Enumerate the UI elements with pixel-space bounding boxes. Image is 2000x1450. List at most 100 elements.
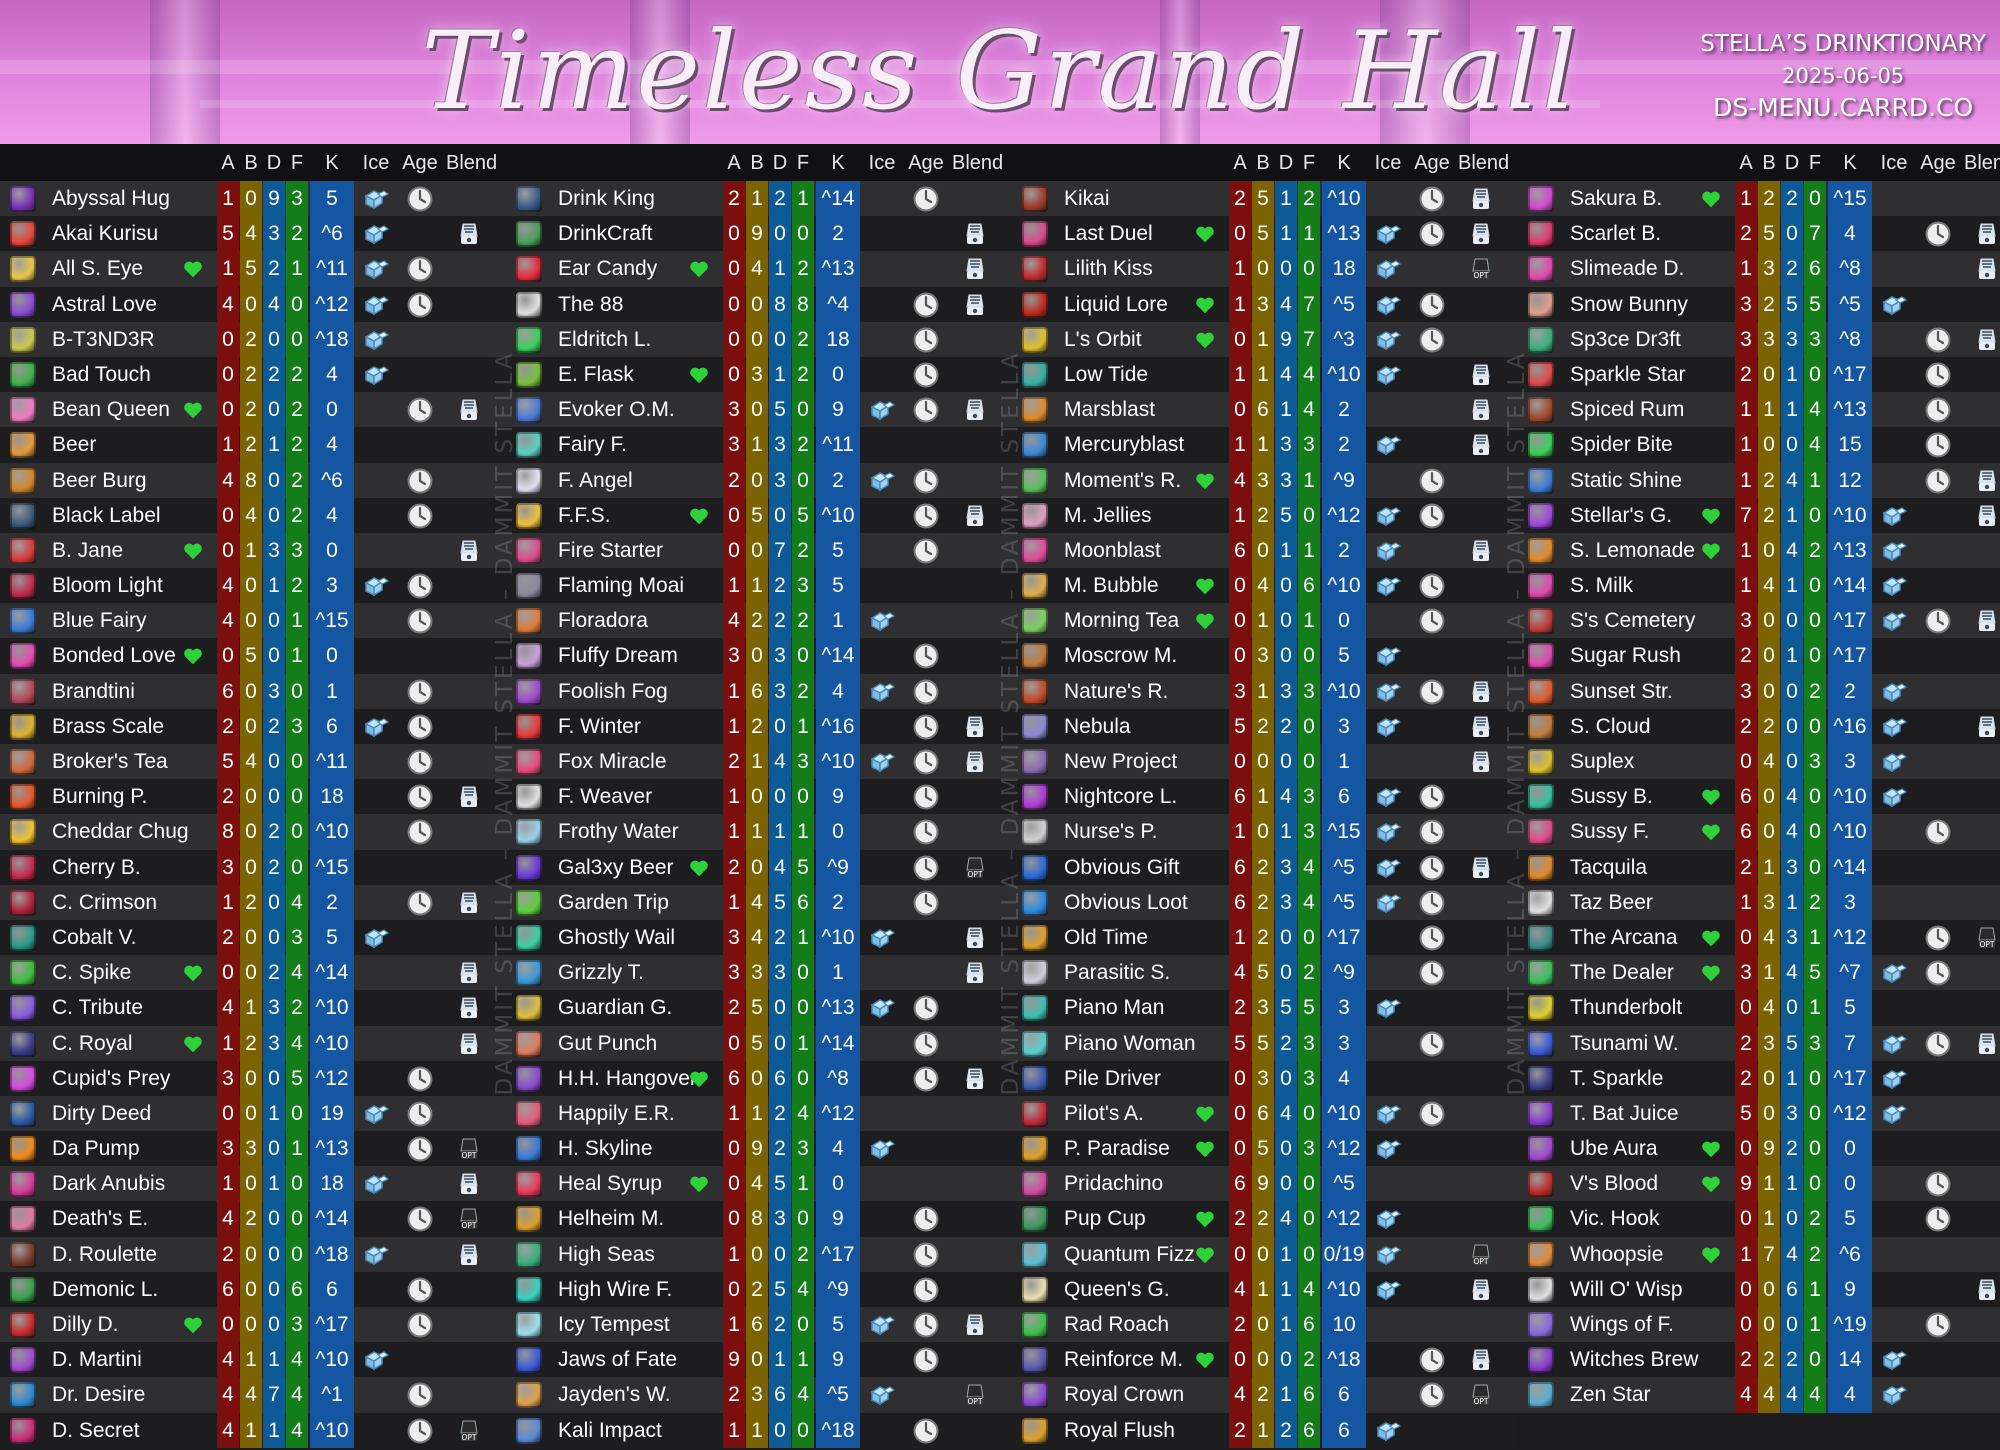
drink-row[interactable]: Sussy B. 6 0 4 0 ^10	[1518, 779, 2000, 815]
drink-row[interactable]: High Seas 1 0 0 2 ^17	[506, 1236, 1012, 1272]
drink-row[interactable]: Da Pump 3 3 0 1 ^13 OPT	[0, 1131, 506, 1167]
drink-row[interactable]: Sussy F. 6 0 4 0 ^10	[1518, 814, 2000, 850]
drink-row[interactable]: Fairy F. 3 1 3 2 ^11	[506, 427, 1012, 463]
drink-row[interactable]: Kali Impact 1 1 0 0 ^18	[506, 1412, 1012, 1448]
drink-row[interactable]: S. Milk 1 4 1 0 ^14	[1518, 568, 2000, 604]
drink-row[interactable]: Nebula 5 2 2 0 3	[1012, 708, 1518, 744]
drink-row[interactable]: Bean Queen 0 2 0 2 0	[0, 392, 506, 428]
drink-row[interactable]: Stellar's G. 7 2 1 0 ^10	[1518, 497, 2000, 533]
drink-row[interactable]: Cobalt V. 2 0 0 3 5	[0, 919, 506, 956]
drink-row[interactable]: Liquid Lore 1 3 4 7 ^5	[1012, 286, 1518, 322]
drink-row[interactable]: DrinkCraft 0 9 0 0 2	[506, 216, 1012, 252]
drink-row[interactable]: Moonblast 6 0 1 1 2	[1012, 532, 1518, 569]
drink-row[interactable]: B-T3ND3R 0 2 0 0 ^18	[0, 321, 506, 357]
drink-row[interactable]: Snow Bunny 3 2 5 5 ^5	[1518, 286, 2000, 322]
drink-row[interactable]: H.H. Hangover 6 0 6 0 ^8	[506, 1060, 1012, 1096]
drink-row[interactable]: Cupid's Prey 3 0 0 5 ^12	[0, 1060, 506, 1096]
drink-row[interactable]: Frothy Water 1 1 1 1 0	[506, 814, 1012, 850]
drink-row[interactable]: F. Angel 2 0 3 0 2	[506, 462, 1012, 498]
drink-row[interactable]: Sakura B. 1 2 2 0 ^15	[1518, 181, 2000, 217]
drink-row[interactable]: Obvious Loot 6 2 3 4 ^5	[1012, 884, 1518, 920]
drink-row[interactable]: V's Blood 9 1 1 0 0	[1518, 1166, 2000, 1202]
drink-row[interactable]: Moment's R. 4 3 3 1 ^9	[1012, 462, 1518, 498]
drink-row[interactable]: Akai Kurisu 5 4 3 2 ^6	[0, 216, 506, 252]
drink-row[interactable]: Spiced Rum 1 1 1 4 ^13	[1518, 392, 2000, 428]
drink-row[interactable]: Old Time 1 2 0 0 ^17	[1012, 919, 1518, 956]
drink-row[interactable]: F. Weaver 1 0 0 0 9	[506, 779, 1012, 815]
drink-row[interactable]: Sunset Str. 3 0 0 2 2	[1518, 673, 2000, 709]
drink-row[interactable]: Sparkle Star 2 0 1 0 ^17	[1518, 356, 2000, 393]
drink-row[interactable]: Whoopsie 1 7 4 2 ^6	[1518, 1236, 2000, 1272]
drink-row[interactable]: Pridachino 6 9 0 0 ^5	[1012, 1166, 1518, 1202]
drink-row[interactable]: Gut Punch 0 5 0 1 ^14	[506, 1025, 1012, 1061]
drink-row[interactable]: Will O' Wisp 0 0 6 1 9	[1518, 1271, 2000, 1307]
drink-row[interactable]: Witches Brew 2 2 2 0 14	[1518, 1342, 2000, 1378]
drink-row[interactable]: Brass Scale 2 0 2 3 6	[0, 708, 506, 744]
drink-row[interactable]: Spider Bite 1 0 0 4 15	[1518, 427, 2000, 463]
drink-row[interactable]: Guardian G. 2 5 0 0 ^13	[506, 990, 1012, 1026]
drink-row[interactable]: Thunderbolt 0 4 0 1 5	[1518, 990, 2000, 1026]
drink-row[interactable]: Piano Woman 5 5 2 3 3	[1012, 1025, 1518, 1061]
drink-row[interactable]: Static Shine 1 2 4 1 12	[1518, 462, 2000, 498]
drink-row[interactable]: Jayden's W. 2 3 6 4 ^5 OPT	[506, 1377, 1012, 1413]
drink-row[interactable]: Royal Crown 4 2 1 6 6 OPT	[1012, 1377, 1518, 1413]
drink-row[interactable]: Fox Miracle 2 1 4 3 ^10	[506, 744, 1012, 780]
drink-row[interactable]: Beer Burg 4 8 0 2 ^6	[0, 462, 506, 498]
drink-row[interactable]: Mercuryblast 1 1 3 3 2	[1012, 427, 1518, 463]
drink-row[interactable]: Nature's R. 3 1 3 3 ^10	[1012, 673, 1518, 709]
drink-row[interactable]: Garden Trip 1 4 5 6 2	[506, 884, 1012, 920]
drink-row[interactable]: Queen's G. 4 1 1 4 ^10	[1012, 1271, 1518, 1307]
drink-row[interactable]: Piano Man 2 3 5 5 3	[1012, 990, 1518, 1026]
drink-row[interactable]: Black Label 0 4 0 2 4	[0, 497, 506, 533]
drink-row[interactable]: Fire Starter 0 0 7 2 5	[506, 532, 1012, 569]
drink-row[interactable]: Kikai 2 5 1 2 ^10	[1012, 181, 1518, 217]
drink-row[interactable]: C. Royal 1 2 3 4 ^10	[0, 1025, 506, 1061]
drink-row[interactable]: Grizzly T. 3 3 3 0 1	[506, 955, 1012, 991]
drink-row[interactable]: Jaws of Fate 9 0 1 1 9	[506, 1342, 1012, 1378]
drink-row[interactable]: Taz Beer 1 3 1 2 3	[1518, 884, 2000, 920]
drink-row[interactable]: Fluffy Dream 3 0 3 0 ^14	[506, 638, 1012, 674]
drink-row[interactable]: Nightcore L. 6 1 4 3 6	[1012, 779, 1518, 815]
drink-row[interactable]: Scarlet B. 2 5 0 7 4	[1518, 216, 2000, 252]
drink-row[interactable]: Zen Star 4 4 4 4 4	[1518, 1377, 2000, 1413]
drink-row[interactable]: Dilly D. 0 0 0 3 ^17	[0, 1307, 506, 1343]
drink-row[interactable]: Ear Candy 0 4 1 2 ^13	[506, 251, 1012, 287]
drink-row[interactable]: Gal3xy Beer 2 0 4 5 ^9 OPT	[506, 849, 1012, 885]
drink-row[interactable]: Broker's Tea 5 4 0 0 ^11	[0, 744, 506, 780]
drink-row[interactable]: Beer 1 2 1 2 4	[0, 427, 506, 463]
drink-row[interactable]: Lilith Kiss 1 0 0 0 18 OPT	[1012, 251, 1518, 287]
drink-row[interactable]: Burning P. 2 0 0 0 18	[0, 779, 506, 815]
drink-row[interactable]: Pile Driver 0 3 0 3 4	[1012, 1060, 1518, 1096]
drink-row[interactable]: Cherry B. 3 0 2 0 ^15	[0, 849, 506, 885]
drink-row[interactable]: L's Orbit 0 1 9 7 ^3	[1012, 321, 1518, 357]
drink-row[interactable]: Flaming Moai 1 1 2 3 5	[506, 568, 1012, 604]
drink-row[interactable]: Dr. Desire 4 4 7 4 ^1	[0, 1377, 506, 1413]
drink-row[interactable]: M. Jellies 1 2 5 0 ^12	[1012, 497, 1518, 533]
drink-row[interactable]: S. Lemonade 1 0 4 2 ^13	[1518, 532, 2000, 569]
drink-row[interactable]: C. Crimson 1 2 0 4 2	[0, 884, 506, 920]
drink-row[interactable]: Heal Syrup 0 4 5 1 0	[506, 1166, 1012, 1202]
drink-row[interactable]: Icy Tempest 1 6 2 0 5	[506, 1307, 1012, 1343]
drink-row[interactable]: The Arcana 0 4 3 1 ^12 OPT	[1518, 919, 2000, 956]
drink-row[interactable]: B. Jane 0 1 3 3 0	[0, 532, 506, 569]
drink-row[interactable]: Last Duel 0 5 1 1 ^13	[1012, 216, 1518, 252]
drink-row[interactable]: Rad Roach 2 0 1 6 10	[1012, 1307, 1518, 1343]
drink-row[interactable]: Marsblast 0 6 1 4 2	[1012, 392, 1518, 428]
drink-row[interactable]: The 88 0 0 8 8 ^4	[506, 286, 1012, 322]
drink-row[interactable]: Obvious Gift 6 2 3 4 ^5	[1012, 849, 1518, 885]
drink-row[interactable]: H. Skyline 0 9 2 3 4	[506, 1131, 1012, 1167]
drink-row[interactable]: Drink King 2 1 2 1 ^14	[506, 181, 1012, 217]
drink-row[interactable]: D. Secret 4 1 1 4 ^10 OPT	[0, 1412, 506, 1448]
drink-row[interactable]: Eldritch L. 0 0 0 2 18	[506, 321, 1012, 357]
drink-row[interactable]: Ube Aura 0 9 2 0 0	[1518, 1131, 2000, 1167]
drink-row[interactable]: Brandtini 6 0 3 0 1	[0, 673, 506, 709]
drink-row[interactable]: E. Flask 0 3 1 2 0	[506, 356, 1012, 393]
drink-row[interactable]: M. Bubble 0 4 0 6 ^10	[1012, 568, 1518, 604]
drink-row[interactable]: The Dealer 3 1 4 5 ^7	[1518, 955, 2000, 991]
drink-row[interactable]: Morning Tea 0 1 0 1 0	[1012, 603, 1518, 639]
drink-row[interactable]: Royal Flush 2 1 2 6 6	[1012, 1412, 1518, 1448]
drink-row[interactable]: Vic. Hook 0 1 0 2 5	[1518, 1201, 2000, 1237]
drink-row[interactable]: F.F.S. 0 5 0 5 ^10	[506, 497, 1012, 533]
drink-row[interactable]: Wings of F. 0 0 0 1 ^19	[1518, 1307, 2000, 1343]
drink-row[interactable]: Dirty Deed 0 0 1 0 19	[0, 1095, 506, 1132]
